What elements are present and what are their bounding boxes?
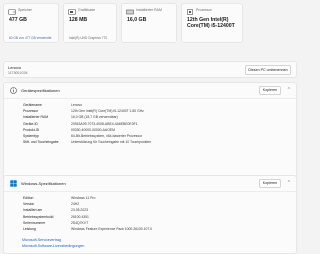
license-terms-link[interactable]: Microsoft-Software-Lizenzbedingungen (22, 243, 84, 249)
storage-label: Speicher (18, 8, 32, 12)
processor-icon (187, 9, 193, 15)
windows-logo-icon (10, 180, 17, 187)
graphics-label: Grafikkarte (78, 8, 96, 12)
ram-value: 16,0 GB (127, 17, 147, 23)
chevron-up-icon[interactable]: ⌃ (287, 87, 291, 93)
device-model: 11T5001G04 (8, 71, 28, 75)
storage-usage-link[interactable]: 60 GB von 477 GB verwendet (9, 36, 51, 40)
device-name-row: Lenovo 11T5001G04 Diesen PC umbenennen (3, 61, 297, 78)
device-specs-title: Gerätespezifikationen (21, 88, 60, 93)
device-specs-section: Gerätespezifikationen Kopieren ⌃ Geräten… (3, 82, 297, 183)
processor-value-line1: 12th Gen Intel(R) (187, 17, 229, 23)
device-specs-header[interactable]: Gerätespezifikationen Kopieren ⌃ (4, 83, 296, 99)
ram-card[interactable]: Installierter RAM 16,0 GB (121, 3, 177, 43)
hard-drive-icon (8, 9, 16, 15)
info-icon (10, 87, 17, 94)
graphics-card[interactable]: Grafikkarte 128 MB Intel(R) UHD Graphics… (63, 3, 117, 43)
windows-specs-title: Windows-Spezifikationen (21, 181, 66, 186)
rename-pc-button[interactable]: Diesen PC umbenennen (245, 65, 291, 75)
ram-label: Installierter RAM (136, 8, 162, 12)
processor-value: 12th Gen Intel(R) Core(TM) i5-12400T (187, 17, 235, 29)
spec-value: Unterstützung für Toucheingabe mit 10 To… (71, 140, 152, 145)
storage-value: 477 GB (9, 17, 27, 23)
device-name: Lenovo (8, 65, 22, 70)
graphics-name: Intel(R) UHD Graphics 770 (69, 36, 108, 40)
copy-device-specs-button[interactable]: Kopieren (259, 86, 281, 95)
storage-card[interactable]: Speicher 477 GB 60 GB von 477 GB verwend… (3, 3, 59, 43)
summary-cards: Speicher 477 GB 60 GB von 477 GB verwend… (3, 3, 297, 45)
processor-card[interactable]: Prozessor 12th Gen Intel(R) Core(TM) i5-… (181, 3, 243, 43)
copy-windows-specs-button[interactable]: Kopieren (259, 179, 281, 188)
spec-key: Stift- und Toucheingabe (23, 140, 59, 145)
chevron-up-icon[interactable]: ⌃ (287, 180, 291, 186)
ram-icon (126, 9, 134, 15)
spec-key: Leistung (23, 226, 36, 231)
graphics-card-icon (68, 9, 76, 15)
processor-label: Prozessor (196, 8, 212, 12)
spec-value: Windows Feature Experience Pack 1000.261… (71, 226, 153, 231)
processor-value-line2: Core(TM) i5-12400T (187, 23, 235, 30)
windows-legal-links: Microsoft-Servicevertrag Microsoft-Softw… (22, 237, 84, 249)
graphics-value: 128 MB (69, 17, 88, 23)
windows-specs-header[interactable]: Windows-Spezifikationen Kopieren ⌃ (4, 176, 296, 192)
